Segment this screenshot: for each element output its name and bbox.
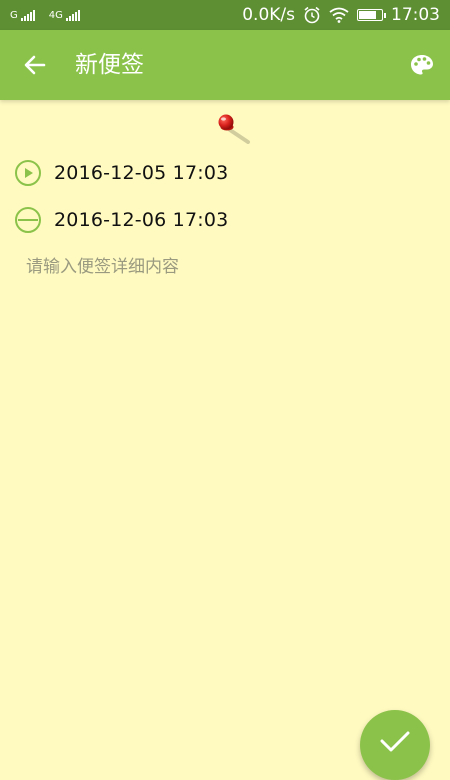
end-time-label: 2016-12-06 17:03 <box>54 209 229 231</box>
play-circle-icon <box>15 160 41 186</box>
push-pin-icon <box>218 114 250 144</box>
page-title: 新便签 <box>75 52 144 78</box>
alarm-icon <box>304 6 320 24</box>
signal-bars-icon <box>20 9 35 21</box>
app-bar: 新便签 <box>0 30 450 100</box>
sim1-label: G <box>10 9 18 21</box>
back-arrow-icon[interactable] <box>20 50 50 80</box>
signal-group: G 4G <box>10 0 80 30</box>
start-time-label: 2016-12-05 17:03 <box>54 162 229 184</box>
end-time-row[interactable]: 2016-12-06 17:03 <box>14 206 228 234</box>
clock: 17:03 <box>391 5 440 25</box>
sim1-signal: G <box>10 9 35 21</box>
note-content-input[interactable] <box>26 252 426 282</box>
sim2-signal: 4G <box>48 9 80 21</box>
wifi-icon <box>329 7 349 23</box>
status-right: 0.0K/s 17:03 <box>242 0 440 30</box>
minus-circle-icon <box>15 207 41 233</box>
network-speed: 0.0K/s <box>242 5 295 25</box>
battery-icon <box>357 9 386 21</box>
checkmark-icon <box>380 731 410 752</box>
palette-icon[interactable] <box>410 54 434 76</box>
signal-bars-icon <box>65 9 80 21</box>
start-time-row[interactable]: 2016-12-05 17:03 <box>14 159 228 187</box>
status-bar: G 4G 0.0K/s 17:03 <box>0 0 450 30</box>
sim2-label: 4G <box>48 9 63 21</box>
save-fab-button[interactable] <box>360 710 430 780</box>
